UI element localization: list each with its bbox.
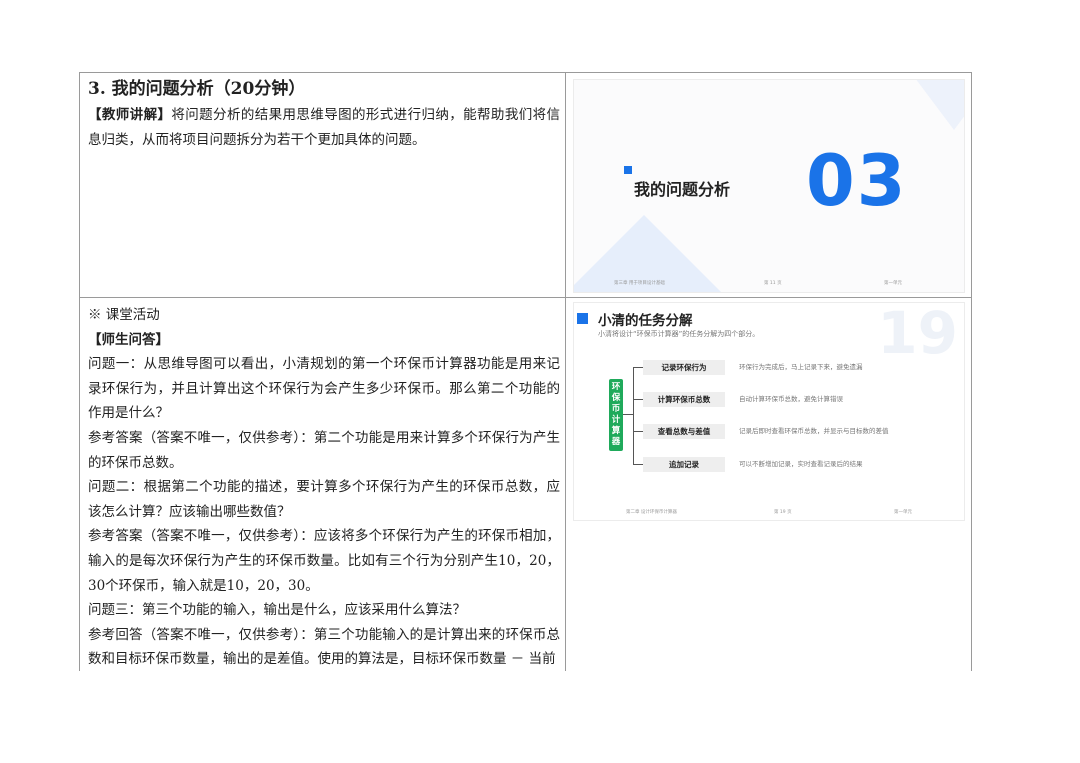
slide-decor-triangle bbox=[574, 215, 784, 292]
slide-section-03: 我的问题分析 03 第三章 用于项目设计基础 第 11 页 第一单元 bbox=[573, 79, 965, 293]
mindmap-node: 追加记录 bbox=[643, 457, 725, 472]
answer-1: 参考答案（答案不唯一，仅供参考）：第二个功能是用来计算多个环保行为产生的环保币总… bbox=[88, 429, 560, 471]
slide-footer-page: 第 11 页 bbox=[764, 281, 782, 286]
document-page: 3. 我的问题分析（20分钟） 【教师讲解】将问题分析的结果用思维导图的形式进行… bbox=[0, 0, 1080, 763]
column-divider bbox=[565, 73, 566, 671]
teacher-explanation: 【教师讲解】将问题分析的结果用思维导图的形式进行归纳，能帮助我们将信息归类，从而… bbox=[88, 103, 560, 152]
qa-tag: 【师生问答】 bbox=[88, 331, 169, 348]
mindmap-node: 计算环保币总数 bbox=[643, 392, 725, 407]
mindmap-root: 环保币计算器 bbox=[609, 379, 623, 451]
slide-footer-right: 第一单元 bbox=[894, 510, 912, 515]
slide-subtitle: 小清将设计“环保币计算器”的任务分解为四个部分。 bbox=[598, 330, 760, 338]
slide-task-breakdown: 19 小清的任务分解 小清将设计“环保币计算器”的任务分解为四个部分。 环保币计… bbox=[573, 302, 965, 521]
slide-title: 小清的任务分解 bbox=[598, 313, 693, 329]
mindmap-connector bbox=[633, 431, 643, 432]
mindmap-node-desc: 记录后即时查看环保币总数，并显示与目标数的差值 bbox=[739, 427, 889, 435]
mindmap-connector bbox=[633, 367, 634, 464]
section-heading: 3. 我的问题分析（20分钟） bbox=[88, 79, 306, 99]
slide-footer-right: 第一单元 bbox=[884, 281, 902, 286]
mindmap-connector bbox=[633, 367, 643, 368]
slide-decor-triangle bbox=[834, 80, 964, 130]
slide-footer-page: 第 19 页 bbox=[774, 510, 792, 515]
classroom-activity-cell: ※ 课堂活动 【师生问答】 问题一：从思维导图可以看出，小清规划的第一个环保币计… bbox=[88, 303, 560, 672]
title-marker bbox=[577, 313, 588, 324]
question-3: 问题三：第三个功能的输入，输出是什么，应该采用什么算法？ bbox=[88, 602, 466, 619]
mindmap-connector bbox=[623, 414, 633, 415]
answer-2: 参考答案（答案不唯一，仅供参考）：应该将多个环保行为产生的环保币相加，输入的是每… bbox=[88, 528, 560, 594]
section-number: 03 bbox=[806, 140, 908, 222]
mindmap-node: 记录环保行为 bbox=[643, 360, 725, 375]
mindmap-node-desc: 环保行为完成后，马上记录下来，避免遗漏 bbox=[739, 363, 863, 371]
title-marker bbox=[624, 166, 632, 174]
question-2: 问题二：根据第二个功能的描述，要计算多个环保行为产生的环保币总数，应该怎么计算？… bbox=[88, 479, 560, 520]
row-divider bbox=[80, 297, 971, 298]
mindmap-connector bbox=[633, 464, 643, 465]
question-1: 问题一：从思维导图可以看出，小清规划的第一个环保币计算器功能是用来记录环保行为，… bbox=[88, 356, 560, 422]
answer-3: 参考回答（答案不唯一，仅供参考）：第三个功能输入的是计算出来的环保币总数和目标环… bbox=[88, 626, 560, 668]
mindmap-node-desc: 自动计算环保币总数，避免计算错误 bbox=[739, 395, 843, 403]
slide-title: 我的问题分析 bbox=[634, 180, 731, 199]
mindmap-node: 查看总数与差值 bbox=[643, 424, 725, 439]
activity-label: ※ 课堂活动 bbox=[88, 307, 160, 323]
slide-footer-left: 第三章 用于项目设计基础 bbox=[614, 281, 665, 286]
slide-bg-number: 19 bbox=[877, 302, 958, 367]
mindmap-node-desc: 可以不断增加记录，实时查看记录后的结果 bbox=[739, 460, 863, 468]
teacher-tag: 【教师讲解】 bbox=[88, 107, 172, 123]
slide-footer-left: 第二章 设计环保币计算器 bbox=[626, 510, 677, 515]
section-analysis-cell: 3. 我的问题分析（20分钟） 【教师讲解】将问题分析的结果用思维导图的形式进行… bbox=[88, 77, 560, 152]
mindmap-connector bbox=[633, 399, 643, 400]
lesson-table: 3. 我的问题分析（20分钟） 【教师讲解】将问题分析的结果用思维导图的形式进行… bbox=[79, 72, 972, 671]
